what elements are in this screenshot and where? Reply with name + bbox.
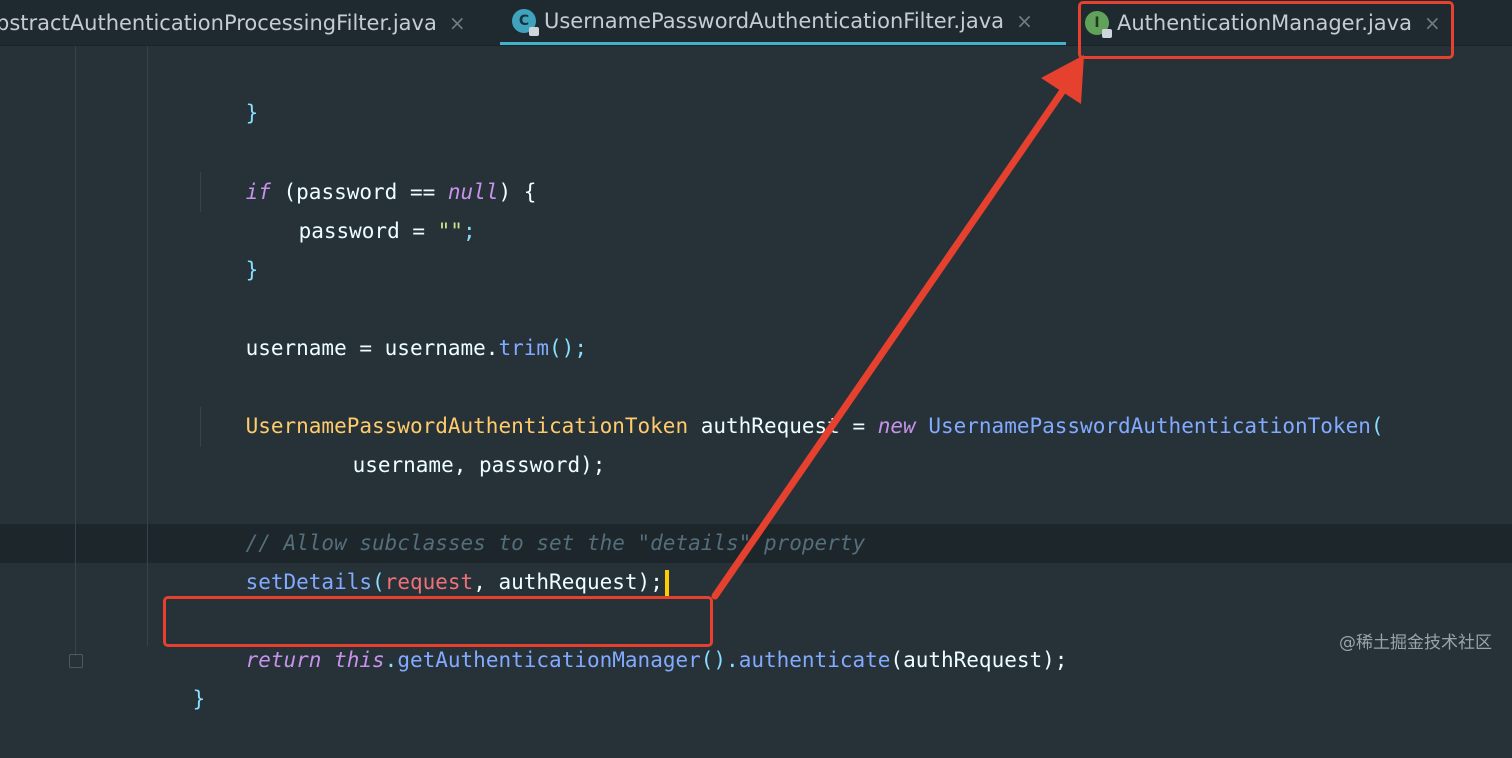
watermark: @稀土掘金技术社区 [1339,633,1492,653]
annotation-arrow [711,55,1084,600]
